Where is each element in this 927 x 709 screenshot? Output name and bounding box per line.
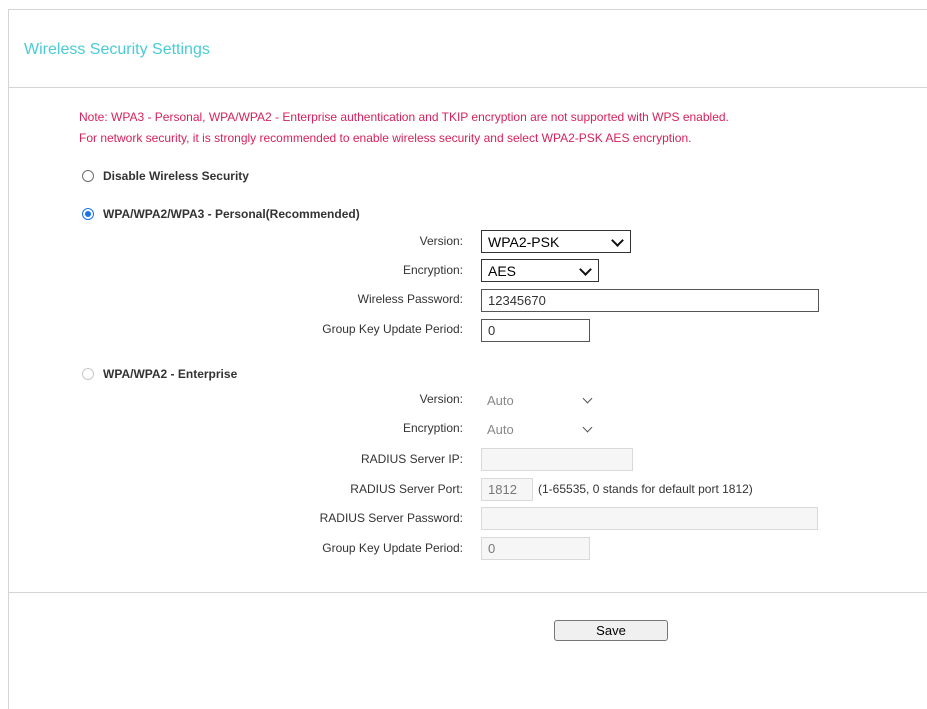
personal-group-key-value: 0 <box>488 323 496 338</box>
radio-disable-security[interactable] <box>82 170 94 182</box>
enterprise-version-select[interactable]: Auto <box>481 389 599 412</box>
chevron-down-icon <box>582 393 593 404</box>
chevron-down-icon <box>611 234 624 247</box>
option-wpa-enterprise[interactable]: WPA/WPA2 - Enterprise <box>82 367 237 381</box>
radius-ip-field[interactable] <box>481 448 633 471</box>
personal-group-key-field[interactable]: 0 <box>481 319 590 342</box>
option-wpa-enterprise-label: WPA/WPA2 - Enterprise <box>103 367 238 381</box>
enterprise-encryption-select[interactable]: Auto <box>481 418 599 441</box>
personal-group-key-label: Group Key Update Period: <box>322 322 463 336</box>
note-recommendation: For network security, it is strongly rec… <box>79 131 692 145</box>
save-button[interactable]: Save <box>554 620 668 641</box>
option-disable-security-label: Disable Wireless Security <box>103 169 249 183</box>
radio-wpa-personal[interactable] <box>82 208 94 220</box>
enterprise-group-key-value: 0 <box>488 541 496 556</box>
enterprise-encryption-label: Encryption: <box>402 421 463 435</box>
personal-encryption-label: Encryption: <box>402 263 463 277</box>
option-disable-security[interactable]: Disable Wireless Security <box>82 169 249 183</box>
radio-wpa-enterprise[interactable] <box>82 368 94 380</box>
option-wpa-personal-label: WPA/WPA2/WPA3 - Personal(Recommended) <box>103 207 360 221</box>
enterprise-group-key-label: Group Key Update Period: <box>322 541 463 555</box>
wireless-password-value: 12345670 <box>488 293 546 308</box>
personal-version-value: WPA2-PSK <box>488 233 560 250</box>
title-divider <box>8 87 927 88</box>
radius-port-hint: (1-65535, 0 stands for default port 1812… <box>538 482 753 496</box>
footer-divider <box>8 592 927 593</box>
wireless-password-field[interactable]: 12345670 <box>481 289 819 312</box>
personal-version-label: Version: <box>419 234 463 248</box>
radius-password-label: RADIUS Server Password: <box>319 511 463 525</box>
note-wps: Note: WPA3 - Personal, WPA/WPA2 - Enterp… <box>79 110 729 124</box>
radius-port-value: 1812 <box>488 482 517 497</box>
personal-encryption-select[interactable]: AES <box>481 259 599 282</box>
radius-port-label: RADIUS Server Port: <box>350 482 463 496</box>
radius-password-field[interactable] <box>481 507 818 530</box>
personal-encryption-value: AES <box>488 262 517 279</box>
personal-version-select[interactable]: WPA2-PSK <box>481 230 631 253</box>
option-wpa-personal[interactable]: WPA/WPA2/WPA3 - Personal(Recommended) <box>82 207 360 221</box>
enterprise-version-value: Auto <box>487 393 514 408</box>
chevron-down-icon <box>579 263 592 276</box>
enterprise-encryption-value: Auto <box>487 422 514 437</box>
chevron-down-icon <box>582 422 593 433</box>
page-title: Wireless Security Settings <box>24 41 210 58</box>
personal-password-label: Wireless Password: <box>357 292 463 306</box>
radius-port-field[interactable]: 1812 <box>481 478 533 501</box>
radius-ip-label: RADIUS Server IP: <box>360 452 463 466</box>
enterprise-version-label: Version: <box>419 392 463 406</box>
enterprise-group-key-field[interactable]: 0 <box>481 537 590 560</box>
